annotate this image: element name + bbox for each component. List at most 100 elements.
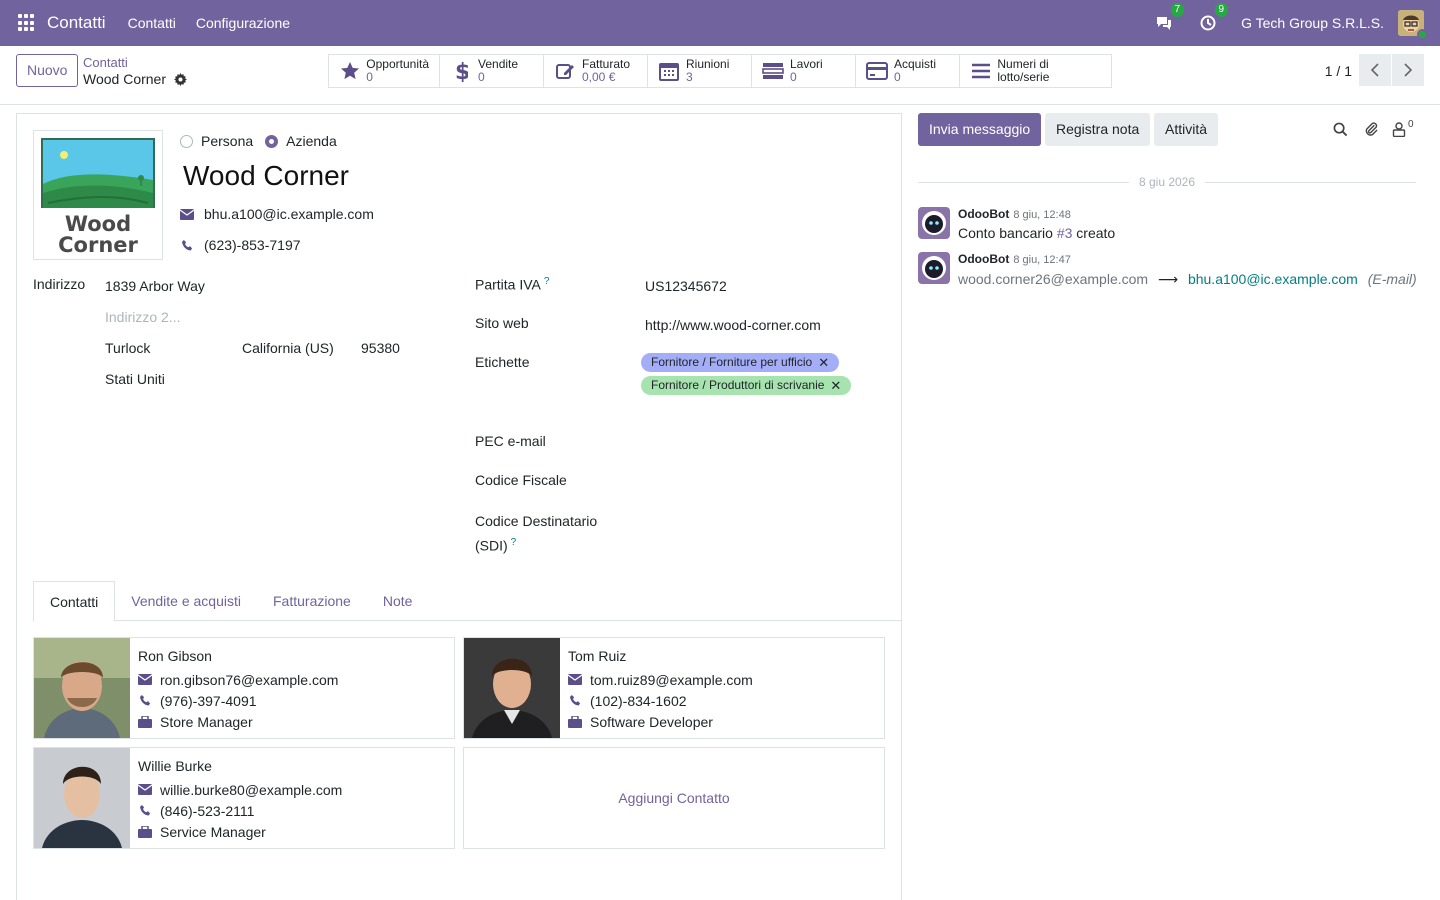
address-label: Indirizzo <box>33 276 86 292</box>
user-avatar[interactable] <box>1398 10 1428 40</box>
control-panel: Nuovo Contatti Wood Corner Opportunità 0 … <box>0 46 1440 105</box>
pec-label: PEC e-mail <box>475 433 546 449</box>
smart-button-fatturato[interactable]: Fatturato 0,00 € <box>544 55 648 87</box>
zip-field[interactable]: 95380 <box>361 340 400 356</box>
menu-configurazione[interactable]: Configurazione <box>196 15 290 31</box>
pager-next-button[interactable] <box>1392 54 1424 86</box>
tag-label: Fornitore / Produttori di scrivanie <box>651 378 825 392</box>
gear-icon[interactable] <box>174 72 188 86</box>
smart-value: 0 <box>790 70 797 84</box>
website-field[interactable]: http://www.wood-corner.com <box>645 317 821 333</box>
app-name[interactable]: Contatti <box>47 13 106 33</box>
phone-icon <box>138 695 152 706</box>
contact-email: ron.gibson76@example.com <box>160 671 339 688</box>
tag-produttori-scrivanie: Fornitore / Produttori di scrivanie ✕ <box>641 376 852 395</box>
activities-badge: 9 <box>1214 3 1229 17</box>
contact-job: Store Manager <box>160 713 253 730</box>
add-contact-button[interactable]: Aggiungi Contatto <box>463 747 885 849</box>
tab-fatturazione[interactable]: Fatturazione <box>257 581 367 621</box>
email-field[interactable]: bhu.a100@ic.example.com <box>204 206 374 222</box>
message-time: 8 giu, 12:47 <box>1013 254 1071 266</box>
arrow-right-icon: ⟶ <box>1157 271 1179 287</box>
partner-name-field[interactable]: Wood Corner <box>183 160 349 192</box>
breadcrumb-current-label: Wood Corner <box>83 71 167 87</box>
star-icon <box>339 60 360 82</box>
new-button[interactable]: Nuovo <box>16 54 79 87</box>
contact-email: willie.burke80@example.com <box>160 781 343 798</box>
street2-field[interactable]: Indirizzo 2... <box>105 309 180 325</box>
sdi-help-icon[interactable]: ? <box>511 537 517 548</box>
messaging-button[interactable]: 7 <box>1153 3 1185 34</box>
company-switcher[interactable]: G Tech Group S.R.L.S. <box>1241 15 1384 31</box>
smart-button-riunioni[interactable]: Riunioni 3 <box>648 55 752 87</box>
tag-remove-icon[interactable]: ✕ <box>818 353 829 372</box>
pager-value[interactable]: 1 / 1 <box>1325 63 1352 79</box>
state-field[interactable]: California (US) <box>242 340 334 356</box>
followers-button[interactable]: 0 <box>1392 119 1418 138</box>
phone-field[interactable]: (623)-853-7197 <box>204 237 301 253</box>
new-value: bhu.a100@ic.example.com <box>1187 271 1358 287</box>
tab-contatti[interactable]: Contatti <box>33 581 116 622</box>
contact-card[interactable]: Willie Burke willie.burke80@example.com … <box>33 747 455 849</box>
apps-menu-icon[interactable] <box>18 14 36 32</box>
tab-note[interactable]: Note <box>367 581 429 621</box>
user-lock-icon <box>1392 121 1406 137</box>
activities-button[interactable]: 9 <box>1197 3 1229 34</box>
message-author: OdooBot 8 giu, 12:47 <box>958 252 1071 266</box>
envelope-icon <box>138 674 152 685</box>
briefcase-icon <box>138 715 152 728</box>
smart-value: 0 <box>366 70 373 84</box>
smart-label: Fatturato <box>582 57 631 71</box>
contact-photo <box>34 638 130 738</box>
log-note-button[interactable]: Registra nota <box>1045 113 1151 146</box>
menu-contatti[interactable]: Contatti <box>128 15 176 31</box>
clock-icon <box>1200 15 1216 31</box>
send-message-button[interactable]: Invia messaggio <box>918 113 1042 146</box>
smart-label: Opportunità <box>366 57 429 71</box>
smart-button-lotti[interactable]: Numeri di lotto/serie <box>960 55 1111 87</box>
fiscal-code-label: Codice Fiscale <box>475 472 567 488</box>
smart-label: Numeri di lotto/serie <box>997 57 1050 84</box>
date-separator: 8 giu 2026 <box>918 175 1416 189</box>
contact-photo <box>34 748 130 848</box>
breadcrumb-parent[interactable]: Contatti <box>83 55 187 70</box>
svg-text:$: $ <box>455 60 468 82</box>
city-field[interactable]: Turlock <box>105 340 150 356</box>
radio-azienda-label[interactable]: Azienda <box>286 133 337 149</box>
online-status-dot <box>1417 29 1428 40</box>
tasks-icon <box>762 60 784 82</box>
radio-persona-label[interactable]: Persona <box>201 133 253 149</box>
activities-button-chatter[interactable]: Attività <box>1154 113 1219 146</box>
radio-persona[interactable] <box>180 134 193 148</box>
smart-button-opportunita[interactable]: Opportunità 0 <box>329 55 440 87</box>
date-separator-label: 8 giu 2026 <box>1138 175 1196 189</box>
contact-card[interactable]: Tom Ruiz tom.ruiz89@example.com (102)-83… <box>463 637 885 739</box>
country-field[interactable]: Stati Uniti <box>105 371 165 387</box>
top-navbar: Contatti Contatti Configurazione 7 9 G T… <box>0 0 1440 46</box>
smart-value: 0 <box>894 70 901 84</box>
smart-button-acquisti[interactable]: Acquisti 0 <box>856 55 960 87</box>
smart-label: Vendite <box>478 57 519 71</box>
pager-previous-button[interactable] <box>1359 54 1391 86</box>
pencil-square-icon <box>554 60 576 82</box>
partner-logo[interactable]: Wood Corner <box>33 130 163 260</box>
contact-card[interactable]: Ron Gibson ron.gibson76@example.com (976… <box>33 637 455 739</box>
bank-account-link[interactable]: #3 <box>1057 225 1073 241</box>
calendar-icon <box>658 60 680 82</box>
search-icon[interactable] <box>1331 120 1349 138</box>
message-body: Conto bancario #3 creato <box>958 225 1116 241</box>
smart-button-lavori[interactable]: Lavori 0 <box>752 55 856 87</box>
smart-button-vendite[interactable]: $ Vendite 0 <box>440 55 544 87</box>
paperclip-icon[interactable] <box>1362 120 1380 138</box>
vat-help-icon[interactable]: ? <box>544 276 550 287</box>
radio-azienda[interactable] <box>265 134 279 148</box>
tab-vendite-acquisti[interactable]: Vendite e acquisti <box>115 581 257 621</box>
contact-info: Willie Burke willie.burke80@example.com … <box>138 758 342 842</box>
vat-field[interactable]: US12345672 <box>645 278 727 294</box>
phone-icon <box>568 695 582 706</box>
company-type-selector: Persona Azienda <box>180 133 349 149</box>
street-field[interactable]: 1839 Arbor Way <box>105 278 205 294</box>
breadcrumb-current: Wood Corner <box>83 71 188 87</box>
tag-remove-icon[interactable]: ✕ <box>830 376 841 395</box>
contact-job: Service Manager <box>160 823 266 840</box>
